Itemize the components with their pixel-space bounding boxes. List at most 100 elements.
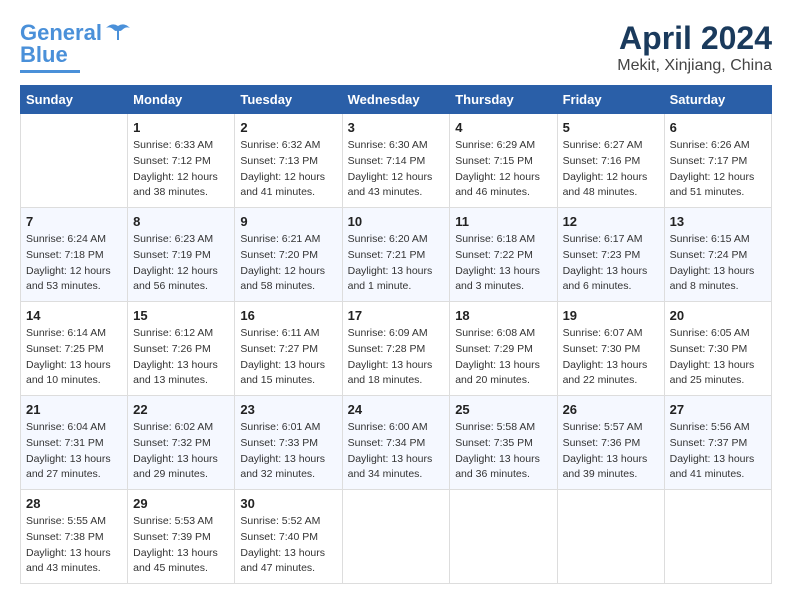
day-cell bbox=[450, 490, 557, 584]
day-info: Sunrise: 6:04 AMSunset: 7:31 PMDaylight:… bbox=[26, 420, 122, 483]
day-cell: 26Sunrise: 5:57 AMSunset: 7:36 PMDayligh… bbox=[557, 396, 664, 490]
week-row-2: 7 Sunrise: 6:24 AMSunset: 7:18 PMDaylight… bbox=[21, 208, 772, 302]
day-cell: 19 Sunrise: 6:07 AMSunset: 7:30 PMDayligh… bbox=[557, 302, 664, 396]
day-cell bbox=[342, 490, 450, 584]
day-info: Sunrise: 6:00 AMSunset: 7:34 PMDaylight:… bbox=[348, 420, 445, 483]
week-row-1: 1 Sunrise: 6:33 AMSunset: 7:12 PMDaylight… bbox=[21, 114, 772, 208]
day-number: 5 bbox=[563, 120, 659, 135]
day-info: Sunrise: 6:17 AMSunset: 7:23 PMDaylight:… bbox=[563, 232, 659, 295]
day-number: 28 bbox=[26, 496, 122, 511]
day-info: Sunrise: 6:01 AMSunset: 7:33 PMDaylight:… bbox=[240, 420, 336, 483]
day-info: Sunrise: 6:23 AMSunset: 7:19 PMDaylight:… bbox=[133, 232, 229, 295]
week-row-5: 28 Sunrise: 5:55 AMSunset: 7:38 PMDayligh… bbox=[21, 490, 772, 584]
header: General Blue April 2024 Mekit, Xinjiang,… bbox=[20, 20, 772, 75]
day-cell: 4Sunrise: 6:29 AMSunset: 7:15 PMDaylight… bbox=[450, 114, 557, 208]
header-row: Sunday Monday Tuesday Wednesday Thursday… bbox=[21, 86, 772, 114]
day-info: Sunrise: 5:53 AMSunset: 7:39 PMDaylight:… bbox=[133, 514, 229, 577]
calendar-body: 1 Sunrise: 6:33 AMSunset: 7:12 PMDaylight… bbox=[21, 114, 772, 584]
day-info: Sunrise: 6:27 AMSunset: 7:16 PMDaylight:… bbox=[563, 138, 659, 201]
day-cell: 7 Sunrise: 6:24 AMSunset: 7:18 PMDaylight… bbox=[21, 208, 128, 302]
day-cell: 24Sunrise: 6:00 AMSunset: 7:34 PMDayligh… bbox=[342, 396, 450, 490]
day-cell: 21 Sunrise: 6:04 AMSunset: 7:31 PMDayligh… bbox=[21, 396, 128, 490]
day-cell: 9 Sunrise: 6:21 AMSunset: 7:20 PMDaylight… bbox=[235, 208, 342, 302]
day-number: 21 bbox=[26, 402, 122, 417]
day-number: 7 bbox=[26, 214, 122, 229]
day-cell bbox=[664, 490, 771, 584]
day-number: 30 bbox=[240, 496, 336, 511]
calendar-table: Sunday Monday Tuesday Wednesday Thursday… bbox=[20, 85, 772, 584]
week-row-4: 21 Sunrise: 6:04 AMSunset: 7:31 PMDayligh… bbox=[21, 396, 772, 490]
day-info: Sunrise: 6:18 AMSunset: 7:22 PMDaylight:… bbox=[455, 232, 551, 295]
day-cell: 5 Sunrise: 6:27 AMSunset: 7:16 PMDaylight… bbox=[557, 114, 664, 208]
day-number: 20 bbox=[670, 308, 766, 323]
day-cell: 22 Sunrise: 6:02 AMSunset: 7:32 PMDayligh… bbox=[128, 396, 235, 490]
day-info: Sunrise: 5:58 AMSunset: 7:35 PMDaylight:… bbox=[455, 420, 551, 483]
day-info: Sunrise: 6:08 AMSunset: 7:29 PMDaylight:… bbox=[455, 326, 551, 389]
day-cell: 23 Sunrise: 6:01 AMSunset: 7:33 PMDayligh… bbox=[235, 396, 342, 490]
day-info: Sunrise: 6:32 AMSunset: 7:13 PMDaylight:… bbox=[240, 138, 336, 201]
day-number: 13 bbox=[670, 214, 766, 229]
day-info: Sunrise: 6:11 AMSunset: 7:27 PMDaylight:… bbox=[240, 326, 336, 389]
day-number: 11 bbox=[455, 214, 551, 229]
logo-blue: Blue bbox=[20, 42, 68, 68]
day-number: 15 bbox=[133, 308, 229, 323]
day-info: Sunrise: 6:29 AMSunset: 7:15 PMDaylight:… bbox=[455, 138, 551, 201]
day-cell bbox=[557, 490, 664, 584]
day-number: 14 bbox=[26, 308, 122, 323]
day-cell: 30Sunrise: 5:52 AMSunset: 7:40 PMDayligh… bbox=[235, 490, 342, 584]
day-number: 16 bbox=[240, 308, 336, 323]
title-area: April 2024 Mekit, Xinjiang, China bbox=[617, 20, 772, 75]
day-cell: 16 Sunrise: 6:11 AMSunset: 7:27 PMDayligh… bbox=[235, 302, 342, 396]
day-number: 9 bbox=[240, 214, 336, 229]
day-number: 10 bbox=[348, 214, 445, 229]
header-thursday: Thursday bbox=[450, 86, 557, 114]
day-number: 12 bbox=[563, 214, 659, 229]
day-info: Sunrise: 6:07 AMSunset: 7:30 PMDaylight:… bbox=[563, 326, 659, 389]
day-cell bbox=[21, 114, 128, 208]
day-cell: 3Sunrise: 6:30 AMSunset: 7:14 PMDaylight… bbox=[342, 114, 450, 208]
day-info: Sunrise: 6:05 AMSunset: 7:30 PMDaylight:… bbox=[670, 326, 766, 389]
header-friday: Friday bbox=[557, 86, 664, 114]
subtitle: Mekit, Xinjiang, China bbox=[617, 57, 772, 75]
day-number: 26 bbox=[563, 402, 659, 417]
header-wednesday: Wednesday bbox=[342, 86, 450, 114]
day-cell: 10Sunrise: 6:20 AMSunset: 7:21 PMDayligh… bbox=[342, 208, 450, 302]
day-info: Sunrise: 5:55 AMSunset: 7:38 PMDaylight:… bbox=[26, 514, 122, 577]
day-number: 23 bbox=[240, 402, 336, 417]
header-monday: Monday bbox=[128, 86, 235, 114]
main-title: April 2024 bbox=[617, 20, 772, 57]
day-info: Sunrise: 6:12 AMSunset: 7:26 PMDaylight:… bbox=[133, 326, 229, 389]
day-info: Sunrise: 6:33 AMSunset: 7:12 PMDaylight:… bbox=[133, 138, 229, 201]
day-info: Sunrise: 6:24 AMSunset: 7:18 PMDaylight:… bbox=[26, 232, 122, 295]
day-number: 19 bbox=[563, 308, 659, 323]
day-number: 1 bbox=[133, 120, 229, 135]
week-row-3: 14Sunrise: 6:14 AMSunset: 7:25 PMDayligh… bbox=[21, 302, 772, 396]
header-tuesday: Tuesday bbox=[235, 86, 342, 114]
day-cell: 2Sunrise: 6:32 AMSunset: 7:13 PMDaylight… bbox=[235, 114, 342, 208]
day-cell: 6Sunrise: 6:26 AMSunset: 7:17 PMDaylight… bbox=[664, 114, 771, 208]
day-number: 17 bbox=[348, 308, 445, 323]
day-cell: 8 Sunrise: 6:23 AMSunset: 7:19 PMDaylight… bbox=[128, 208, 235, 302]
day-cell: 27Sunrise: 5:56 AMSunset: 7:37 PMDayligh… bbox=[664, 396, 771, 490]
day-number: 18 bbox=[455, 308, 551, 323]
day-cell: 29 Sunrise: 5:53 AMSunset: 7:39 PMDayligh… bbox=[128, 490, 235, 584]
day-number: 8 bbox=[133, 214, 229, 229]
logo-bird-icon bbox=[104, 22, 132, 44]
day-number: 27 bbox=[670, 402, 766, 417]
header-sunday: Sunday bbox=[21, 86, 128, 114]
day-cell: 18 Sunrise: 6:08 AMSunset: 7:29 PMDayligh… bbox=[450, 302, 557, 396]
day-cell: 15 Sunrise: 6:12 AMSunset: 7:26 PMDayligh… bbox=[128, 302, 235, 396]
day-number: 22 bbox=[133, 402, 229, 417]
day-cell: 11 Sunrise: 6:18 AMSunset: 7:22 PMDayligh… bbox=[450, 208, 557, 302]
day-cell: 13 Sunrise: 6:15 AMSunset: 7:24 PMDayligh… bbox=[664, 208, 771, 302]
day-info: Sunrise: 6:02 AMSunset: 7:32 PMDaylight:… bbox=[133, 420, 229, 483]
day-cell: 12 Sunrise: 6:17 AMSunset: 7:23 PMDayligh… bbox=[557, 208, 664, 302]
day-info: Sunrise: 6:15 AMSunset: 7:24 PMDaylight:… bbox=[670, 232, 766, 295]
day-info: Sunrise: 6:09 AMSunset: 7:28 PMDaylight:… bbox=[348, 326, 445, 389]
calendar-header: Sunday Monday Tuesday Wednesday Thursday… bbox=[21, 86, 772, 114]
day-cell: 25Sunrise: 5:58 AMSunset: 7:35 PMDayligh… bbox=[450, 396, 557, 490]
day-number: 29 bbox=[133, 496, 229, 511]
day-info: Sunrise: 6:21 AMSunset: 7:20 PMDaylight:… bbox=[240, 232, 336, 295]
logo-underline bbox=[20, 70, 80, 73]
day-cell: 17 Sunrise: 6:09 AMSunset: 7:28 PMDayligh… bbox=[342, 302, 450, 396]
